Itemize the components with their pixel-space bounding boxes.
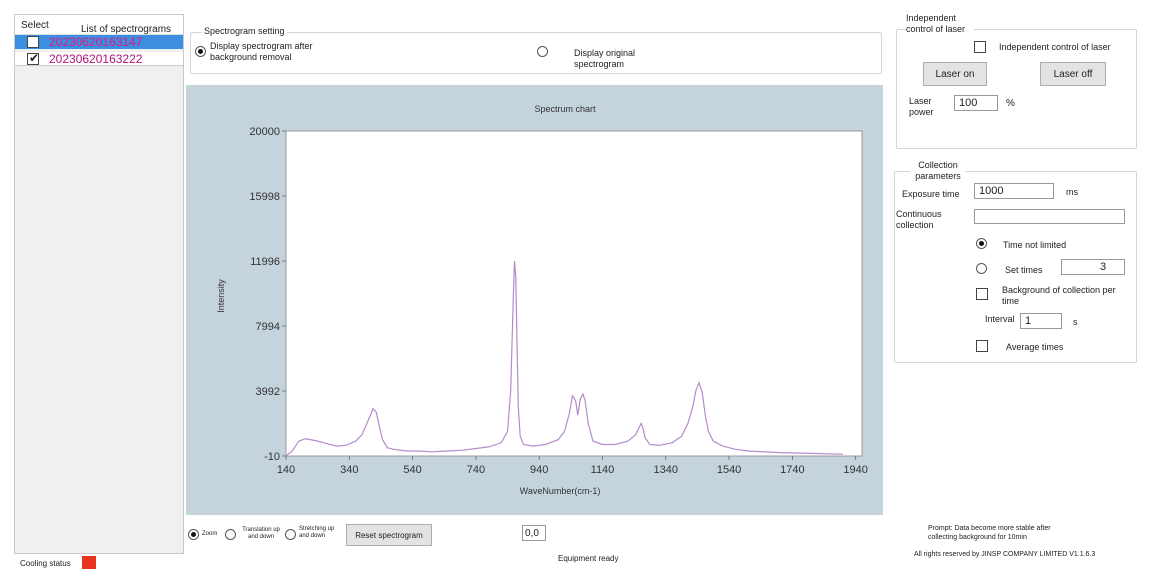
time-not-limited-radio[interactable] bbox=[976, 238, 987, 249]
continuous-input[interactable] bbox=[974, 209, 1125, 224]
interval-unit: s bbox=[1073, 317, 1078, 327]
continuous-label: Continuous collection bbox=[896, 209, 942, 230]
x-tick-label: 1540 bbox=[717, 464, 741, 476]
item-name: 20230620163222 bbox=[49, 52, 143, 66]
x-tick-label: 1740 bbox=[780, 464, 804, 476]
bg-removal-label: Display spectrogram after background rem… bbox=[210, 41, 313, 62]
item-checkbox[interactable] bbox=[27, 51, 39, 65]
laser-on-button[interactable]: Laser on bbox=[923, 62, 987, 86]
item-name: 20230620163147 bbox=[49, 35, 143, 49]
translation-label: Translation up and down bbox=[242, 527, 280, 540]
laser-group-title: Independent control of laser bbox=[906, 13, 974, 35]
copyright-text: All rights reserved by JINSP COMPANY LIM… bbox=[914, 551, 1096, 558]
zoom-radio[interactable] bbox=[188, 529, 199, 540]
y-tick-label: 15998 bbox=[249, 191, 280, 203]
spectrum-chart[interactable]: Spectrum chart -10 3992 7994 11996 15998 2000… bbox=[186, 85, 883, 515]
spectrum-chart-area[interactable]: Spectrum chart -10 3992 7994 11996 15998 2000… bbox=[186, 85, 883, 515]
spectrogram-list-panel: Select List of spectrograms 202306201631… bbox=[14, 14, 184, 554]
select-column-header: Select bbox=[21, 20, 49, 31]
y-tick-label: 20000 bbox=[249, 126, 280, 138]
y-tick-label: 3992 bbox=[256, 386, 280, 398]
x-tick-label: 540 bbox=[403, 464, 421, 476]
laser-power-input[interactable]: 100 bbox=[954, 95, 998, 111]
spectrogram-setting-title: Spectrogram setting bbox=[202, 26, 287, 36]
y-tick-label: -10 bbox=[264, 451, 280, 463]
cooling-status-label: Cooling status bbox=[20, 559, 71, 568]
bg-per-time-checkbox[interactable] bbox=[976, 288, 988, 300]
y-axis-label: Intensity bbox=[216, 279, 226, 313]
independent-laser-checkbox[interactable] bbox=[974, 41, 986, 53]
x-tick-label: 140 bbox=[277, 464, 295, 476]
set-times-radio[interactable] bbox=[976, 263, 987, 274]
stretching-radio[interactable] bbox=[285, 529, 296, 540]
time-not-limited-label: Time not limited bbox=[1003, 240, 1067, 250]
list-header: Select List of spectrograms bbox=[15, 15, 183, 35]
coordinates-readout: 0,0 bbox=[522, 525, 546, 541]
list-item[interactable]: 20230620163147 bbox=[15, 35, 183, 49]
interval-label: Interval bbox=[985, 314, 1015, 324]
x-tick-label: 940 bbox=[530, 464, 548, 476]
laser-power-label: Laser power bbox=[909, 96, 934, 117]
item-checkbox[interactable] bbox=[27, 36, 39, 48]
x-tick-label: 1940 bbox=[843, 464, 867, 476]
average-times-label: Average times bbox=[1006, 342, 1064, 352]
average-times-checkbox[interactable] bbox=[976, 340, 988, 352]
x-tick-label: 740 bbox=[467, 464, 485, 476]
list-column-header: List of spectrograms bbox=[81, 24, 172, 35]
set-times-label: Set times bbox=[1005, 265, 1043, 275]
y-tick-label: 7994 bbox=[256, 321, 280, 333]
stretching-label: Stretching up and down bbox=[299, 526, 335, 539]
x-axis-label: WaveNumber(cm-1) bbox=[520, 486, 601, 496]
list-item[interactable]: 20230620163222 bbox=[15, 51, 183, 66]
collection-group-title: Collection parameters bbox=[910, 160, 966, 182]
prompt-message: Prompt: Data become more stable after co… bbox=[928, 525, 1051, 541]
translation-radio[interactable] bbox=[225, 529, 236, 540]
independent-laser-label: Independent control of laser bbox=[999, 42, 1111, 52]
chart-title: Spectrum chart bbox=[534, 104, 596, 114]
exposure-unit: ms bbox=[1066, 187, 1078, 197]
x-tick-label: 340 bbox=[340, 464, 358, 476]
original-radio[interactable] bbox=[537, 46, 548, 57]
exposure-label: Exposure time bbox=[902, 189, 960, 199]
bg-removal-radio[interactable] bbox=[195, 46, 206, 57]
exposure-input[interactable]: 1000 bbox=[974, 183, 1054, 199]
y-tick-label: 11996 bbox=[250, 256, 280, 268]
set-times-input[interactable]: 3 bbox=[1061, 259, 1125, 275]
interval-input[interactable]: 1 bbox=[1020, 313, 1062, 329]
reset-spectrogram-button[interactable]: Reset spectrogram bbox=[346, 524, 432, 546]
cooling-status-indicator bbox=[82, 556, 96, 569]
bg-per-time-label: Background of collection per time bbox=[1002, 285, 1116, 306]
laser-power-unit: % bbox=[1006, 98, 1015, 109]
x-tick-label: 1340 bbox=[654, 464, 678, 476]
plot-area bbox=[285, 130, 863, 457]
zoom-label: Zoom bbox=[202, 531, 218, 537]
set-times-value: 3 bbox=[1099, 261, 1107, 273]
x-tick-label: 1140 bbox=[591, 464, 615, 476]
equipment-status: Equipment ready bbox=[558, 554, 619, 563]
laser-off-button[interactable]: Laser off bbox=[1040, 62, 1106, 86]
original-label: Display original spectrogram bbox=[574, 48, 636, 69]
